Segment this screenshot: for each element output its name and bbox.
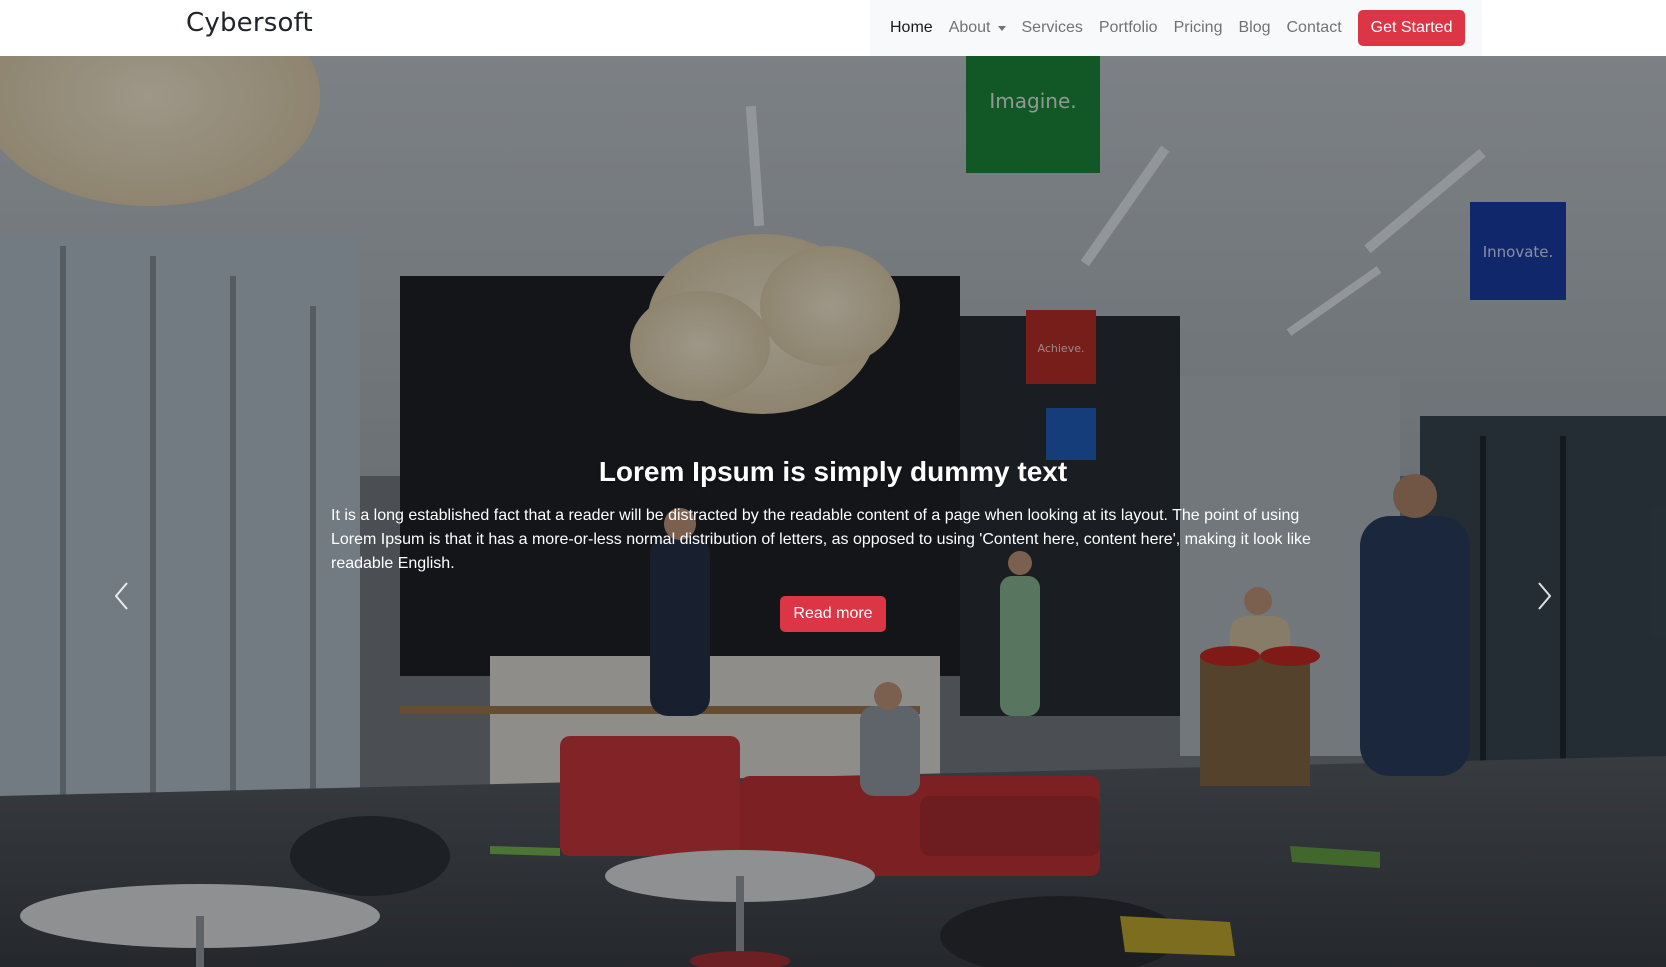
brand-logo[interactable]: Cybersoft: [186, 8, 313, 38]
nav-home[interactable]: Home: [890, 19, 933, 37]
hero-caption: Lorem Ipsum is simply dummy text It is a…: [331, 456, 1335, 632]
get-started-button[interactable]: Get Started: [1357, 10, 1466, 46]
read-more-button[interactable]: Read more: [780, 596, 886, 632]
chevron-left-icon: [114, 582, 128, 610]
carousel-prev-button[interactable]: [102, 576, 142, 616]
nav-blog[interactable]: Blog: [1238, 19, 1270, 37]
hero-carousel: Imagine. Innovate. Achieve. Lorem Ipsum …: [0, 56, 1666, 967]
nav-about[interactable]: About: [949, 19, 1006, 37]
nav-services[interactable]: Services: [1022, 19, 1083, 37]
main-nav: Home About Services Portfolio Pricing Bl…: [870, 0, 1482, 56]
navbar: Cybersoft Home About Services Portfolio …: [0, 0, 1666, 56]
hero-title: Lorem Ipsum is simply dummy text: [598, 456, 1068, 487]
chevron-down-icon: [997, 25, 1006, 31]
nav-contact[interactable]: Contact: [1287, 19, 1342, 37]
nav-portfolio[interactable]: Portfolio: [1099, 19, 1158, 37]
chevron-right-icon: [1538, 582, 1552, 610]
nav-about-label: About: [948, 19, 991, 36]
carousel-next-button[interactable]: [1524, 576, 1564, 616]
nav-pricing[interactable]: Pricing: [1174, 19, 1223, 37]
hero-text: It is a long established fact that a rea…: [331, 507, 1311, 572]
